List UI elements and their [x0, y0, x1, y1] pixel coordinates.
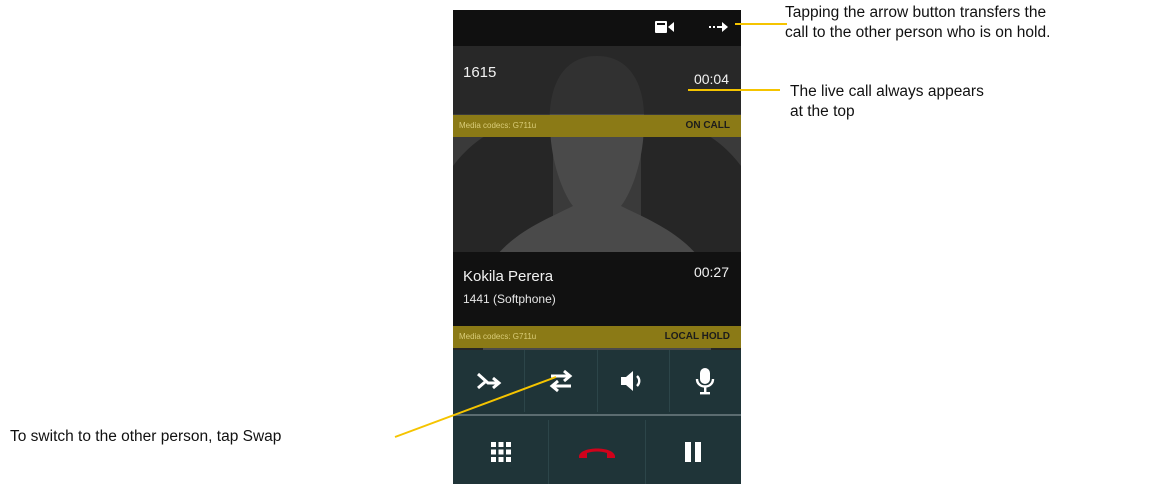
annotation-lines [394, 23, 787, 438]
swap-leader-line [394, 376, 557, 438]
